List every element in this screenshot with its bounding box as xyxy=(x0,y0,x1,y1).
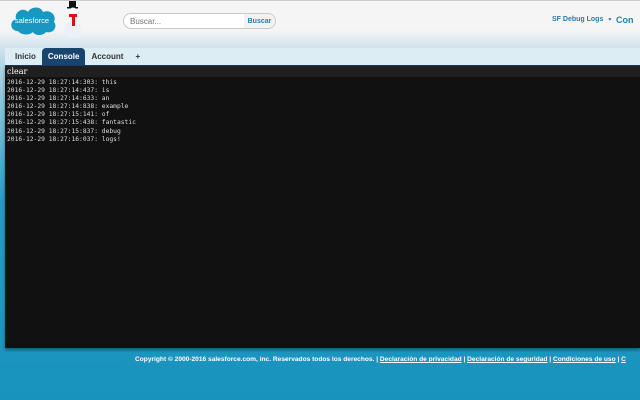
add-tab-button[interactable]: + xyxy=(129,48,146,65)
footer-link[interactable]: C xyxy=(621,356,626,363)
clear-button[interactable]: clear xyxy=(5,66,640,77)
console-panel: clear 2016-12-29 18:27:14:303: this 2016… xyxy=(5,66,640,348)
tab-bar: Inicio Console Account + xyxy=(5,48,640,66)
log-line: 2016-12-29 18:27:15:438: fantastic xyxy=(7,119,136,127)
log-line: 2016-12-29 18:27:14:633: an xyxy=(7,95,110,103)
log-line: 2016-12-29 18:27:14:437: is xyxy=(7,87,110,95)
salesforce-logo[interactable]: salesforce xyxy=(8,3,58,37)
snowman-icon xyxy=(64,1,82,38)
privacy-link[interactable]: Declaración de privacidad xyxy=(380,356,462,363)
user-menu[interactable]: SF Debug Logs ▼ xyxy=(552,16,612,23)
header-link[interactable]: Con xyxy=(616,15,634,25)
user-menu-label: SF Debug Logs xyxy=(552,16,604,23)
log-line: 2016-12-29 18:27:15:837: debug xyxy=(7,127,121,135)
search-input[interactable] xyxy=(124,14,244,28)
caret-down-icon: ▼ xyxy=(607,17,613,23)
log-line: 2016-12-29 18:27:15:141: of xyxy=(7,111,110,119)
search-button[interactable]: Buscar xyxy=(244,14,275,28)
terms-link[interactable]: Condiciones de uso xyxy=(553,356,616,363)
log-line: 2016-12-29 18:27:14:838: example xyxy=(7,103,129,111)
tab-account[interactable]: Account xyxy=(85,48,129,65)
security-link[interactable]: Declaración de seguridad xyxy=(467,356,547,363)
log-line: 2016-12-29 18:27:16:037: logs! xyxy=(7,135,121,143)
copyright-text: Copyright © 2000-2016 salesforce.com, in… xyxy=(135,356,375,363)
tab-inicio[interactable]: Inicio xyxy=(9,48,42,65)
footer: Copyright © 2000-2016 salesforce.com, in… xyxy=(135,356,626,363)
log-list: 2016-12-29 18:27:14:303: this 2016-12-29… xyxy=(5,77,640,146)
search-box: Buscar xyxy=(123,13,276,29)
tab-console[interactable]: Console xyxy=(41,48,86,65)
log-line: 2016-12-29 18:27:14:303: this xyxy=(7,79,117,86)
top-border xyxy=(0,0,640,1)
logo-text: salesforce xyxy=(15,16,49,25)
